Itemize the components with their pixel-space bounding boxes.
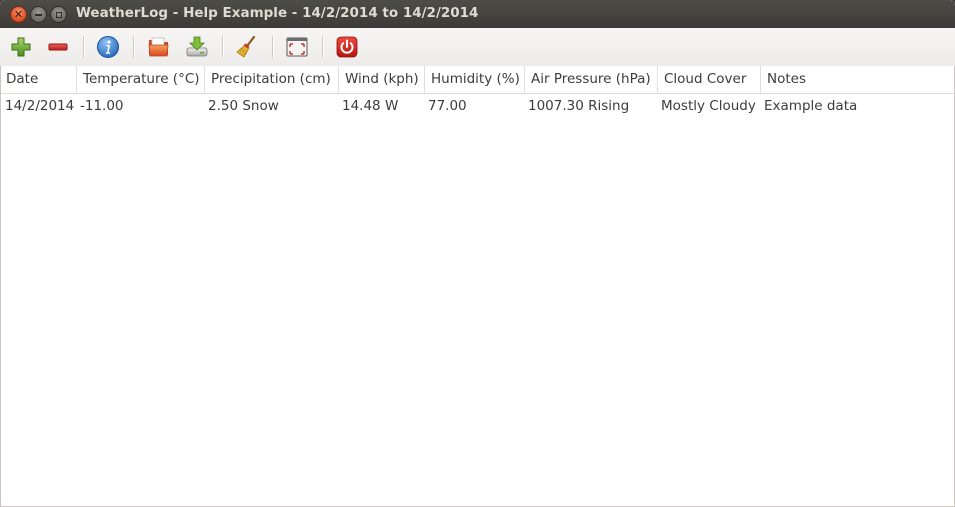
add-button[interactable] [8,34,34,60]
cell-wind: 14.48 W [342,98,399,114]
broom-icon [236,35,256,58]
toolbar [0,28,955,67]
column-header-wind[interactable]: Wind (kph) [339,66,425,93]
toolbar-separator [322,36,324,58]
table-row[interactable]: 14/2/2014 -11.00 2.50 Snow 14.48 W 77.00… [0,94,955,118]
column-header-humidity[interactable]: Humidity (%) [425,66,525,93]
toolbar-separator [133,36,135,58]
plus-icon [11,37,31,57]
download-icon [186,36,208,57]
column-header-temperature[interactable]: Temperature (°C) [77,66,205,93]
close-window-button[interactable]: ✕ [10,6,27,23]
cell-precipitation: 2.50 Snow [208,98,279,114]
remove-button[interactable] [45,34,71,60]
toolbar-separator [83,36,85,58]
maximize-icon [55,11,62,18]
toolbar-separator [272,36,274,58]
title-bar: ✕ WeatherLog - Help Example - 14/2/2014 … [0,0,955,28]
save-button[interactable] [184,34,210,60]
app-window: ✕ WeatherLog - Help Example - 14/2/2014 … [0,0,955,507]
column-header-date[interactable]: Date [0,66,77,93]
quit-button[interactable] [334,34,360,60]
column-header-cloud-cover[interactable]: Cloud Cover [658,66,761,93]
cell-date: 14/2/2014 [5,98,75,114]
table-header: Date Temperature (°C) Precipitation (cm)… [0,66,955,94]
column-header-precipitation[interactable]: Precipitation (cm) [205,66,339,93]
column-header-air-pressure[interactable]: Air Pressure (hPa) [525,66,658,93]
clear-button[interactable] [233,34,259,60]
info-icon [97,36,119,58]
folder-open-icon [148,37,169,57]
maximize-window-button[interactable] [50,6,67,23]
cell-cloud-cover: Mostly Cloudy [661,98,756,114]
power-icon [336,36,358,58]
open-button[interactable] [146,34,172,60]
close-icon: ✕ [13,8,24,21]
minus-icon [48,43,68,51]
cell-notes: Example data [764,98,858,114]
cell-humidity: 77.00 [428,98,467,114]
cell-air-pressure: 1007.30 Rising [528,98,630,114]
fullscreen-button[interactable] [284,34,310,60]
table-border [0,66,955,507]
minimize-icon [35,13,42,16]
toolbar-separator [222,36,224,58]
column-header-notes[interactable]: Notes [761,66,955,93]
minimize-window-button[interactable] [30,6,47,23]
fullscreen-icon [286,37,308,57]
window-title: WeatherLog - Help Example - 14/2/2014 to… [76,5,479,21]
cell-temperature: -11.00 [80,98,124,114]
info-button[interactable] [95,34,121,60]
